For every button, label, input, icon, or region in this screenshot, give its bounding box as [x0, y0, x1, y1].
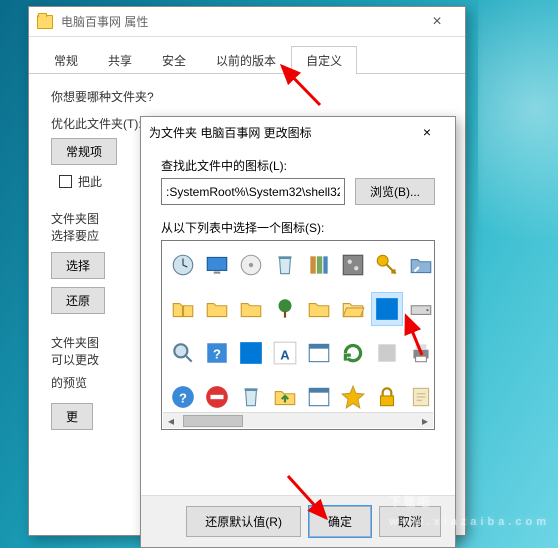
- restore-defaults-button[interactable]: 还原默认值(R): [186, 506, 301, 537]
- icon-path-input[interactable]: [161, 178, 345, 205]
- folder-icon: [37, 15, 53, 29]
- tab-general[interactable]: 常规: [39, 46, 93, 74]
- library-icon[interactable]: [304, 249, 334, 281]
- help-round-icon[interactable]: ?: [168, 381, 198, 413]
- scroll-right-icon[interactable]: ▸: [417, 414, 433, 428]
- dialog-titlebar: 为文件夹 电脑百事网 更改图标 ×: [141, 117, 455, 147]
- desktop-icon[interactable]: [236, 337, 266, 369]
- close-icon[interactable]: ×: [417, 13, 457, 31]
- svg-text:?: ?: [179, 390, 187, 405]
- help-icon[interactable]: ?: [202, 337, 232, 369]
- general-items-button[interactable]: 常规项: [51, 138, 117, 165]
- refresh-icon[interactable]: [338, 337, 368, 369]
- yellow-folder-icon[interactable]: [202, 293, 232, 325]
- font-a-icon[interactable]: A: [270, 337, 300, 369]
- zip-folder-icon[interactable]: [168, 293, 198, 325]
- no-entry-icon[interactable]: [202, 381, 232, 413]
- svg-text:?: ?: [213, 346, 221, 361]
- scroll-thumb[interactable]: [183, 415, 243, 427]
- folder-up-icon[interactable]: [270, 381, 300, 413]
- dialog-close-icon[interactable]: ×: [407, 124, 447, 140]
- scroll-icon[interactable]: [406, 381, 435, 413]
- blue-square-icon[interactable]: [372, 293, 402, 325]
- lock-icon[interactable]: [372, 381, 402, 413]
- folder-open-icon[interactable]: [338, 293, 368, 325]
- recycle-bin-icon[interactable]: [236, 381, 266, 413]
- ?-icon[interactable]: [372, 337, 402, 369]
- ok-button[interactable]: 确定: [309, 506, 371, 537]
- yellow-folder-icon[interactable]: [236, 293, 266, 325]
- properties-title: 电脑百事网 属性: [61, 13, 417, 30]
- watermark-main: 下载吧: [389, 495, 431, 509]
- yellow-folder-icon[interactable]: [304, 293, 334, 325]
- checkbox-box[interactable]: [59, 175, 72, 188]
- scroll-left-icon[interactable]: ◂: [163, 414, 179, 428]
- window-icon[interactable]: [304, 337, 334, 369]
- find-icons-label: 查找此文件中的图标(L):: [161, 157, 435, 174]
- restore-default-button[interactable]: 还原: [51, 287, 105, 314]
- clock-icon[interactable]: [168, 249, 198, 281]
- select-icon-label: 从以下列表中选择一个图标(S):: [161, 219, 435, 236]
- choose-file-button[interactable]: 选择: [51, 252, 105, 279]
- tab-previous[interactable]: 以前的版本: [201, 46, 291, 74]
- drive-icon[interactable]: [406, 293, 435, 325]
- watermark: 下载吧 www.xiazaiba.com: [389, 468, 550, 528]
- properties-tabs: 常规 共享 安全 以前的版本 自定义: [29, 37, 465, 74]
- tab-security[interactable]: 安全: [147, 46, 201, 74]
- star-icon[interactable]: [338, 381, 368, 413]
- dialog-content: 查找此文件中的图标(L): 浏览(B)... 从以下列表中选择一个图标(S): …: [141, 147, 455, 440]
- folder-shortcut-icon[interactable]: [406, 249, 435, 281]
- printer-icon[interactable]: [406, 337, 435, 369]
- svg-text:A: A: [280, 348, 290, 363]
- monitor-icon[interactable]: [202, 249, 232, 281]
- icon-list[interactable]: ? A? ◂ ▸: [161, 240, 435, 430]
- tree-icon[interactable]: [270, 293, 300, 325]
- change-icon-button[interactable]: 更: [51, 403, 93, 430]
- cd-disc-icon[interactable]: [236, 249, 266, 281]
- window-icon[interactable]: [304, 381, 334, 413]
- browse-button[interactable]: 浏览(B)...: [355, 178, 435, 205]
- tab-customize[interactable]: 自定义: [291, 46, 357, 74]
- recycle-bin-icon[interactable]: [270, 249, 300, 281]
- control-panel-icon[interactable]: [338, 249, 368, 281]
- dialog-title: 为文件夹 电脑百事网 更改图标: [149, 124, 407, 141]
- checkbox-label: 把此: [78, 173, 102, 190]
- key-icon[interactable]: [372, 249, 402, 281]
- magnifier-icon[interactable]: [168, 337, 198, 369]
- tab-sharing[interactable]: 共享: [93, 46, 147, 74]
- kind-question: 你想要哪种文件夹?: [51, 88, 443, 105]
- properties-titlebar: 电脑百事网 属性 ×: [29, 7, 465, 37]
- watermark-sub: www.xiazaiba.com: [389, 516, 550, 528]
- icon-scrollbar[interactable]: ◂ ▸: [163, 412, 433, 428]
